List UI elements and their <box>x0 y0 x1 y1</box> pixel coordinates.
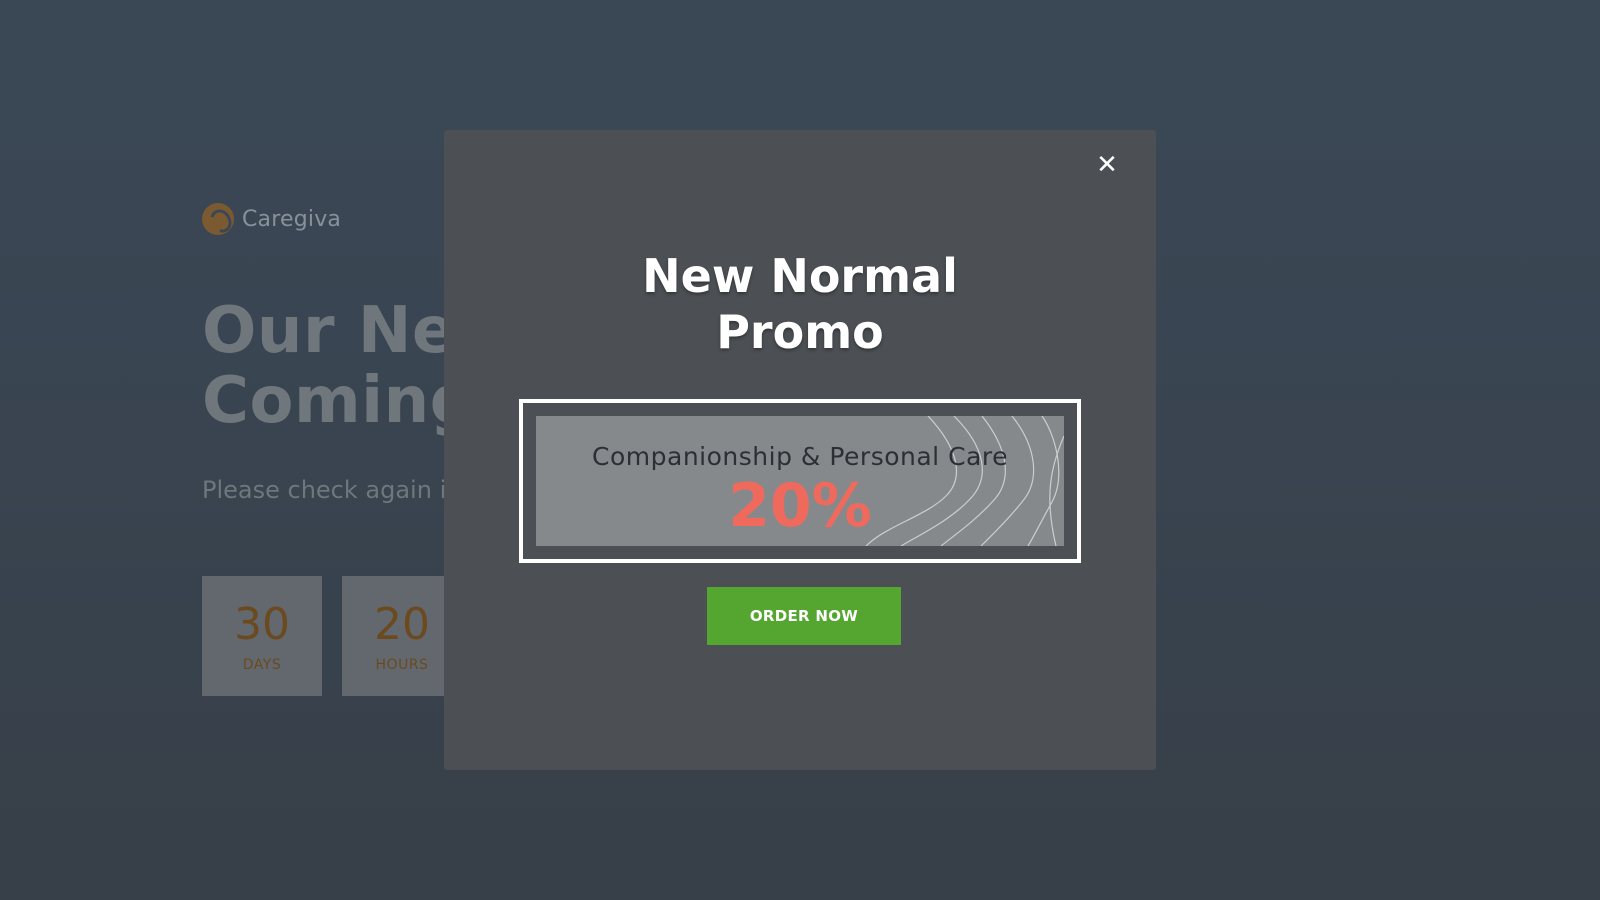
promo-subtitle: Companionship & Personal Care <box>592 442 1008 471</box>
coming-soon-subline: Please check again i <box>202 476 447 504</box>
caregiva-logo-icon <box>202 203 234 235</box>
promo-modal: ✕ New Normal Promo Companionship & Perso… <box>444 130 1156 770</box>
countdown-days: 30 DAYS <box>202 576 322 696</box>
promo-banner: Companionship & Personal Care 20% <box>536 416 1064 546</box>
countdown-hours-label: HOURS <box>375 657 429 673</box>
logo-text: Caregiva <box>242 206 342 232</box>
order-now-button[interactable]: ORDER NOW <box>707 587 901 645</box>
countdown-hours-value: 20 <box>374 599 430 650</box>
countdown-days-label: DAYS <box>242 657 282 673</box>
promo-discount: 20% <box>728 471 872 541</box>
countdown-days-value: 30 <box>234 599 290 650</box>
modal-title: New Normal Promo <box>444 248 1156 360</box>
modal-title-line-1: New Normal <box>642 249 958 303</box>
promo-banner-frame[interactable]: Companionship & Personal Care 20% <box>519 399 1081 563</box>
close-icon[interactable]: ✕ <box>1094 152 1120 178</box>
modal-title-line-2: Promo <box>716 305 884 359</box>
countdown: 30 DAYS 20 HOURS <box>202 576 462 696</box>
brand-logo[interactable]: Caregiva <box>202 203 341 235</box>
